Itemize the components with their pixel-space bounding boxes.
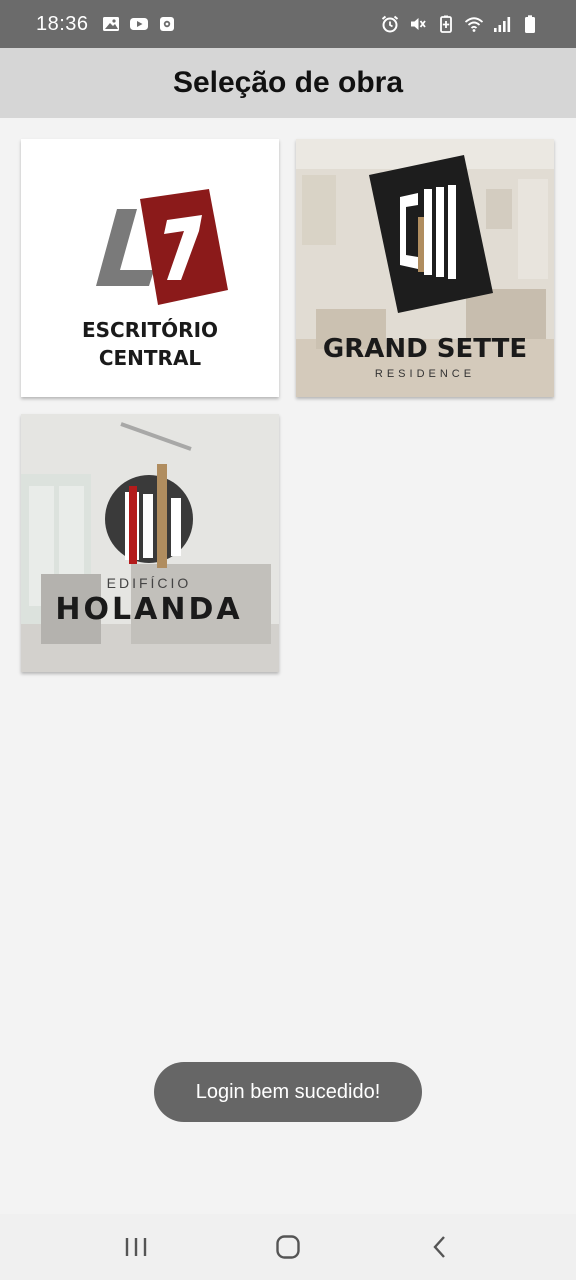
signal-icon xyxy=(492,14,512,34)
logo-line2: RESIDENCE xyxy=(375,368,475,380)
logo-line1: ESCRITÓRIO xyxy=(82,318,218,342)
recent-apps-icon xyxy=(125,1238,147,1256)
toast-message: Login bem sucedido! xyxy=(154,1062,422,1122)
toast-text: Login bem sucedido! xyxy=(195,1080,381,1103)
logo-line2: CENTRAL xyxy=(99,346,202,370)
wifi-icon xyxy=(464,14,484,34)
logo-line2: HOLANDA xyxy=(55,592,242,627)
back-button[interactable] xyxy=(410,1217,470,1277)
status-bar: 18:36 xyxy=(0,0,576,48)
app-bar: Seleção de obra xyxy=(0,48,576,118)
status-time: 18:36 xyxy=(36,12,89,35)
home-button[interactable] xyxy=(258,1217,318,1277)
youtube-icon xyxy=(129,14,149,34)
app-notification-icon xyxy=(157,14,177,34)
gallery-icon xyxy=(101,14,121,34)
status-right-icons xyxy=(380,14,540,34)
battery-saver-icon xyxy=(436,14,456,34)
logo-line1: EDIFÍCIO xyxy=(107,575,192,591)
project-tile-grand-sette[interactable]: GRAND SETTE RESIDENCE xyxy=(296,139,554,397)
page-title: Seleção de obra xyxy=(172,66,404,99)
status-left-icons xyxy=(101,14,177,34)
project-tile-escritorio-central[interactable]: ESCRITÓRIO CENTRAL xyxy=(21,139,279,397)
holanda-logo: EDIFÍCIO HOLANDA xyxy=(55,464,242,627)
home-icon xyxy=(276,1235,300,1259)
mute-icon xyxy=(408,14,428,34)
project-tile-edificio-holanda[interactable]: EDIFÍCIO HOLANDA xyxy=(21,414,279,672)
logo-line1: GRAND SETTE xyxy=(323,334,527,364)
grand-sette-logo: GRAND SETTE RESIDENCE xyxy=(323,155,527,380)
alarm-icon xyxy=(380,14,400,34)
recent-apps-button[interactable] xyxy=(106,1217,166,1277)
battery-icon xyxy=(520,14,540,34)
l7-logo: ESCRITÓRIO CENTRAL xyxy=(82,189,228,370)
back-icon xyxy=(433,1236,445,1258)
system-nav-bar xyxy=(0,1214,576,1280)
